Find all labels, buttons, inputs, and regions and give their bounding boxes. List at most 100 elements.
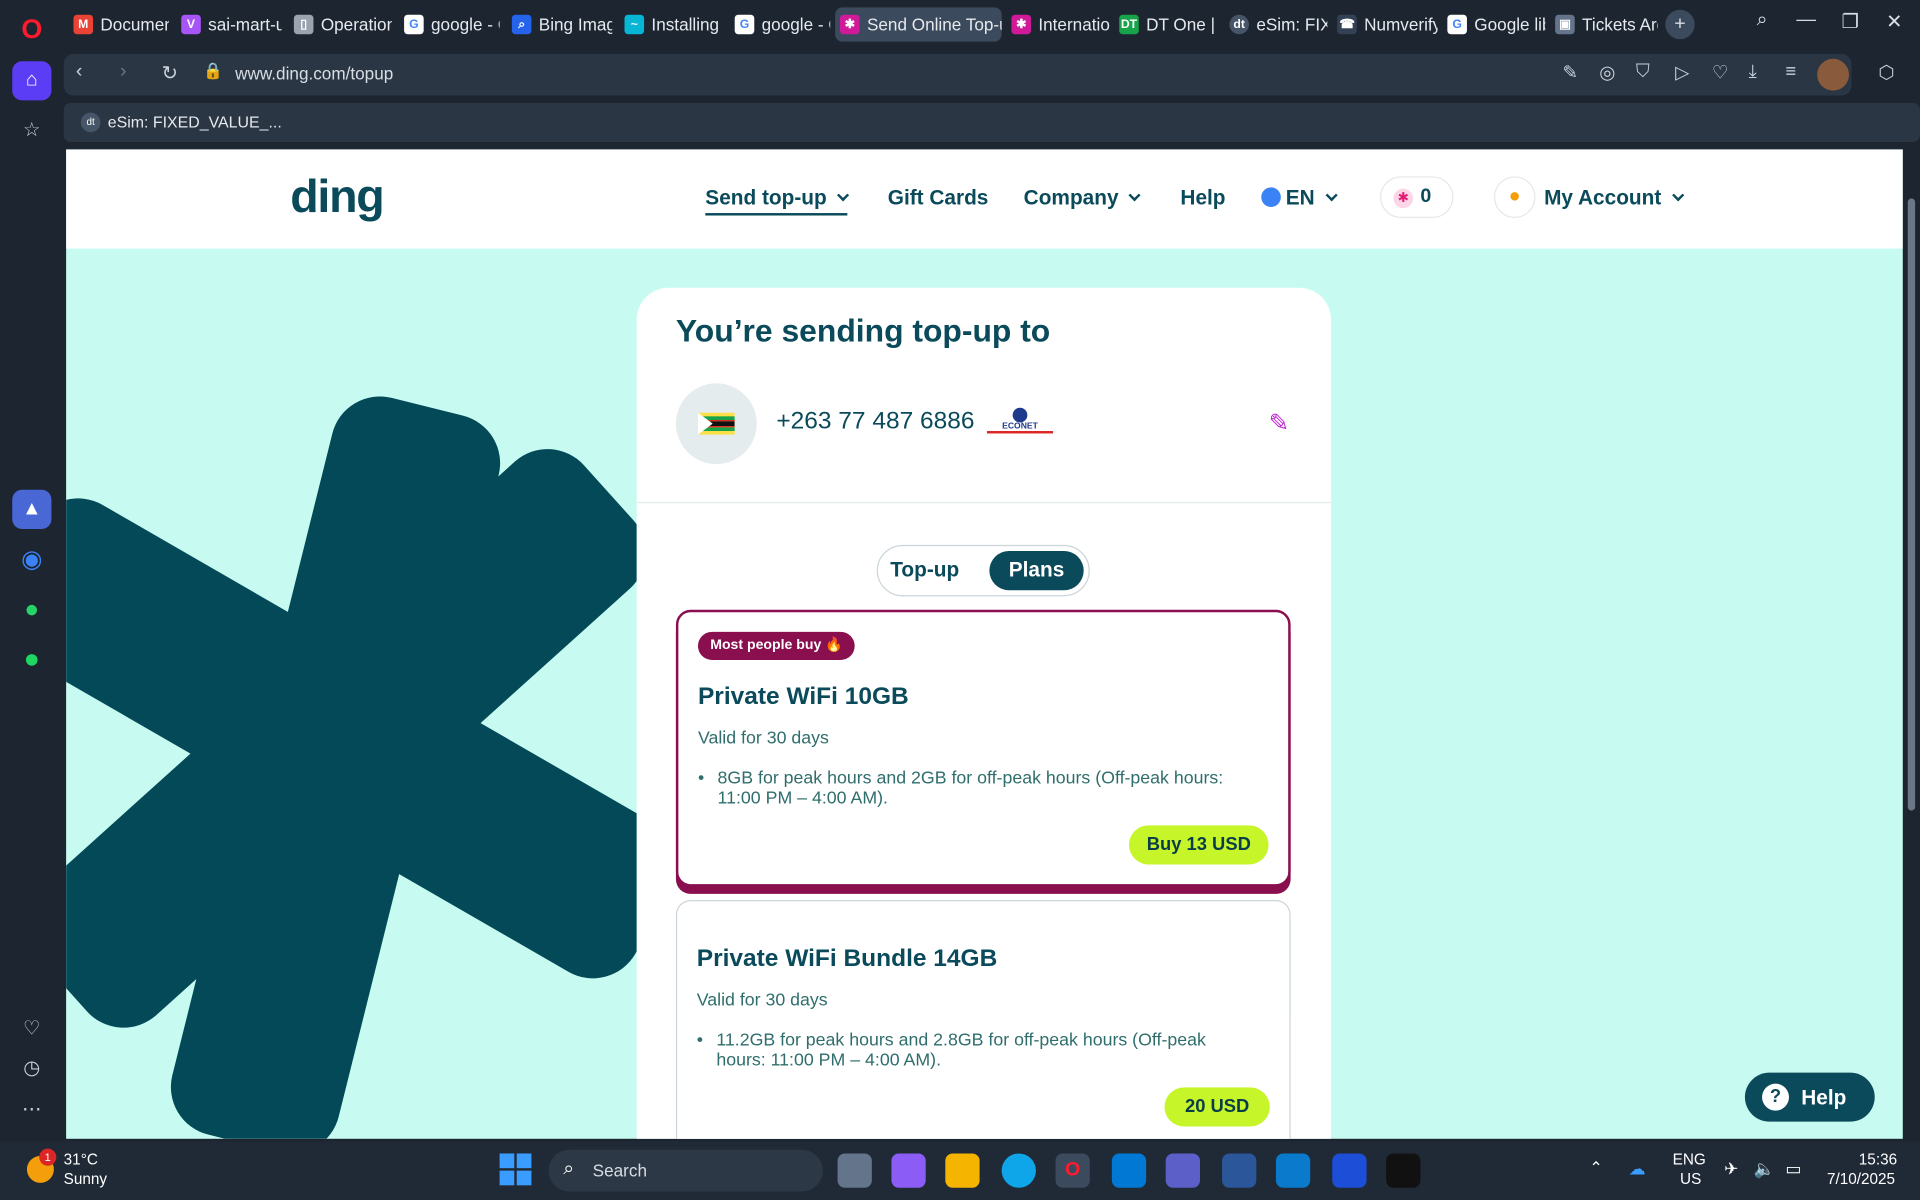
bullet-dot: • [697,768,705,789]
bookmark-bar: dt eSim: FIXED_VALUE_... [63,102,1920,143]
tab-plans[interactable]: Plans [989,551,1084,591]
forward-icon[interactable]: › [120,61,127,83]
airplane-icon[interactable]: ✈ [1724,1158,1738,1179]
tab[interactable]: DT DT One | M [1114,7,1220,41]
ding-logo[interactable]: ding [290,171,385,224]
gmail-icon: M [73,14,94,35]
buy-button[interactable]: 20 USD [1164,1087,1270,1127]
scrollbar-thumb[interactable] [1907,198,1916,811]
edit-icon[interactable]: ✎ [1562,61,1577,83]
outlook-icon[interactable] [1111,1153,1147,1188]
clock-date: 7/10/2025 [1826,1170,1896,1188]
home-icon[interactable]: ⌂ [12,61,52,101]
teams-icon[interactable] [1165,1153,1201,1188]
tab-label: Google lib [1474,14,1546,35]
address-bar-row: ‹ › ↻ 🔒 www.ding.com/topup ✎ ◎ ⛉ ▷ ♡ ⤓ ≡… [63,51,1920,98]
edge-icon[interactable] [1001,1153,1036,1188]
tab-label: sai-mart-ui [208,14,282,35]
messenger-icon[interactable]: ◉ [12,539,51,578]
word-icon[interactable] [1222,1153,1257,1188]
tab[interactable]: ~ Installing T [620,7,722,41]
tab[interactable]: M Document [69,7,169,41]
back-icon[interactable]: ‹ [76,61,83,83]
heart-icon[interactable]: ♡ [1712,61,1728,83]
buy-button[interactable]: Buy 13 USD [1128,825,1269,865]
avatar[interactable] [1817,58,1849,91]
tab[interactable]: dt eSim: FIXED [1225,7,1327,41]
send-icon[interactable]: ▷ [1675,61,1689,83]
plan-card[interactable]: Private WiFi Bundle 14GB Valid for 30 da… [675,900,1291,1139]
tab[interactable]: ☎ Numverify [1332,7,1438,41]
points-badge[interactable]: ✱ 0 [1380,176,1454,218]
search-icon: ⌕ [563,1158,575,1180]
tab[interactable]: ⌕ Bing Image [507,7,612,41]
reload-icon[interactable]: ↻ [162,61,178,85]
bookmark-item[interactable]: eSim: FIXED_VALUE_... [108,113,282,131]
tab[interactable]: ▯ Operationa [289,7,392,41]
tab[interactable]: ▣ Tickets Arc [1550,7,1658,41]
tab-bar: M Document Vsai-mart-ui ▯ Operationa Ggoog… [63,0,1920,49]
ding-icon: ✱ [840,14,860,35]
nav-send-topup[interactable]: Send top-up [705,186,850,216]
restore-button[interactable]: ❐ [1832,10,1869,34]
taskbar-search[interactable]: ⌕ Search [548,1149,823,1192]
nav-gift-cards[interactable]: Gift Cards [888,186,989,210]
history-icon[interactable]: ◷ [12,1048,51,1087]
topup-card: You’re sending top-up to +263 77 487 688… [636,287,1332,1139]
vscode-icon[interactable] [1275,1153,1311,1188]
clock-time[interactable]: 15:36 [1859,1151,1897,1168]
tab-active[interactable]: ✱ Send Online Top-up [835,7,1002,42]
user-icon[interactable]: ● [1493,176,1536,218]
download-icon[interactable]: ⤓ [1749,61,1757,82]
star-icon[interactable]: ☆ [12,110,51,149]
opera-logo-icon[interactable]: O [12,10,51,49]
tab[interactable]: Vsai-mart-ui [176,7,282,41]
minimize-button[interactable]: — [1788,10,1825,32]
weather-badge: 1 [39,1148,57,1166]
chevron-down-icon [1129,189,1142,202]
shield-icon[interactable]: ⛉ [1636,61,1650,82]
nav-help[interactable]: Help [1180,186,1225,210]
search-icon[interactable]: ⌕ [1744,10,1781,32]
app-icon[interactable] [1386,1153,1421,1188]
aria-icon[interactable]: ▲ [12,489,52,529]
task-view-icon[interactable] [837,1153,872,1188]
windows-start-icon[interactable] [499,1153,532,1186]
whatsapp-icon[interactable]: ● [12,590,51,629]
settings-icon[interactable]: ≡ [1785,61,1796,82]
onedrive-icon[interactable]: ☁ [1629,1158,1646,1179]
question-icon: ? [1762,1083,1789,1111]
file-explorer-icon[interactable] [945,1153,980,1188]
edit-pencil-icon[interactable]: ✎ [1269,408,1290,439]
scrollbar[interactable] [1902,149,1920,1139]
copilot-icon[interactable] [891,1153,926,1188]
nav-label: My Account [1544,186,1662,210]
econet-globe-icon [1012,407,1028,423]
heart-icon[interactable]: ♡ [12,1009,51,1048]
tab[interactable]: G Google lib [1442,7,1545,41]
tab[interactable]: ✱ Internation [1007,7,1109,41]
battery-icon[interactable]: ▭ [1785,1158,1801,1179]
weather-temp[interactable]: 31°C [64,1151,98,1168]
tab[interactable]: Ggoogle - G [399,7,500,41]
close-button[interactable]: ✕ [1876,10,1913,34]
nav-company[interactable]: Company [1024,186,1142,210]
volume-icon[interactable]: 🔈 [1753,1158,1774,1179]
my-account-menu[interactable]: My Account [1544,186,1684,210]
input-lang[interactable]: ENG [1673,1151,1706,1168]
chevron-up-icon[interactable]: ⌃ [1589,1158,1602,1178]
help-chat-button[interactable]: ? Help [1744,1072,1875,1122]
more-icon[interactable]: ⋯ [12,1090,51,1129]
operator-logo: ECONET [986,407,1054,440]
url-text[interactable]: www.ding.com/topup [235,64,393,84]
plan-card[interactable]: Most people buy 🔥 Private WiFi 10GB Vali… [675,609,1291,887]
camera-icon[interactable]: ◎ [1599,61,1615,83]
spotify-icon[interactable]: ● [12,639,51,678]
extensions-icon[interactable]: ⬡ [1878,61,1894,83]
tab-topup[interactable]: Top-up [890,558,959,582]
tab[interactable]: Ggoogle - G [730,7,830,41]
new-tab-button[interactable]: + [1665,9,1695,40]
opera-taskbar-icon[interactable]: O [1055,1153,1090,1188]
language-selector[interactable]: EN [1261,186,1338,210]
notepad-icon[interactable] [1332,1153,1367,1188]
